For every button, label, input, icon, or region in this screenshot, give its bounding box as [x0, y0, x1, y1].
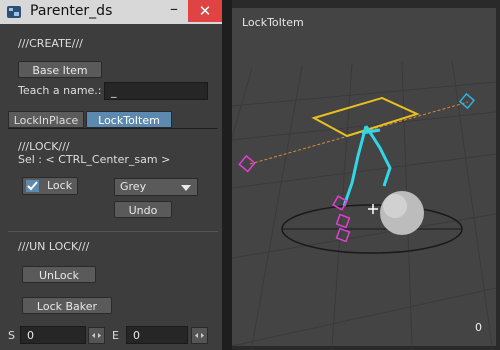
target-locator — [458, 92, 476, 110]
unlock-heading: ///UN LOCK/// — [18, 240, 90, 253]
check-icon — [26, 180, 39, 192]
unlock-button[interactable]: UnLock — [22, 266, 96, 283]
teach-name-field[interactable]: _ — [104, 82, 208, 100]
end-frame-spinner[interactable] — [191, 327, 208, 344]
selection-label: Sel : < CTRL_Center_sam > — [18, 153, 171, 166]
teach-name-label: Teach a name.: — [18, 84, 102, 97]
spin-arrows-icon — [195, 333, 204, 338]
minimize-button[interactable]: – — [160, 0, 188, 22]
lock-heading: ///LOCK/// — [18, 140, 70, 153]
lock-checkbox[interactable]: Lock — [22, 177, 78, 195]
section-divider — [8, 231, 218, 232]
start-frame-spinner[interactable] — [88, 327, 105, 344]
end-frame-field[interactable]: 0 — [126, 326, 188, 344]
frame-number: 0 — [475, 321, 482, 334]
create-heading: ///CREATE/// — [18, 37, 83, 50]
viewport-label: LockToItem — [242, 16, 304, 29]
spin-arrows-icon — [92, 333, 101, 338]
undo-button[interactable]: Undo — [114, 201, 172, 218]
viewport-3d[interactable]: LockToItem 0 — [232, 0, 500, 350]
window-title: Parenter_ds — [30, 3, 113, 19]
tab-lock-in-place[interactable]: LockInPlace — [8, 111, 84, 128]
rig-skeleton — [342, 125, 392, 207]
viewport-canvas[interactable]: LockToItem 0 — [232, 8, 496, 346]
start-frame-field[interactable]: 0 — [20, 326, 86, 344]
color-dropdown-value: Grey — [120, 180, 147, 193]
start-frame-label: S — [8, 329, 15, 342]
lock-label: Lock — [47, 179, 73, 192]
parenter-panel: Parenter_ds – ✕ ///CREATE/// Base Item T… — [0, 0, 222, 350]
scene-render — [232, 59, 496, 346]
tab-divider — [8, 128, 218, 129]
chevron-down-icon — [181, 185, 191, 191]
base-item-button[interactable]: Base Item — [18, 61, 102, 78]
close-button[interactable]: ✕ — [188, 0, 222, 22]
end-frame-label: E — [112, 329, 119, 342]
color-dropdown[interactable]: Grey — [114, 178, 198, 196]
title-bar: Parenter_ds – ✕ — [0, 0, 222, 24]
app-icon — [7, 6, 21, 18]
ball-highlight — [383, 194, 407, 218]
lock-baker-button[interactable]: Lock Baker — [22, 297, 112, 314]
tab-lock-to-item[interactable]: LockToItem — [86, 111, 172, 128]
